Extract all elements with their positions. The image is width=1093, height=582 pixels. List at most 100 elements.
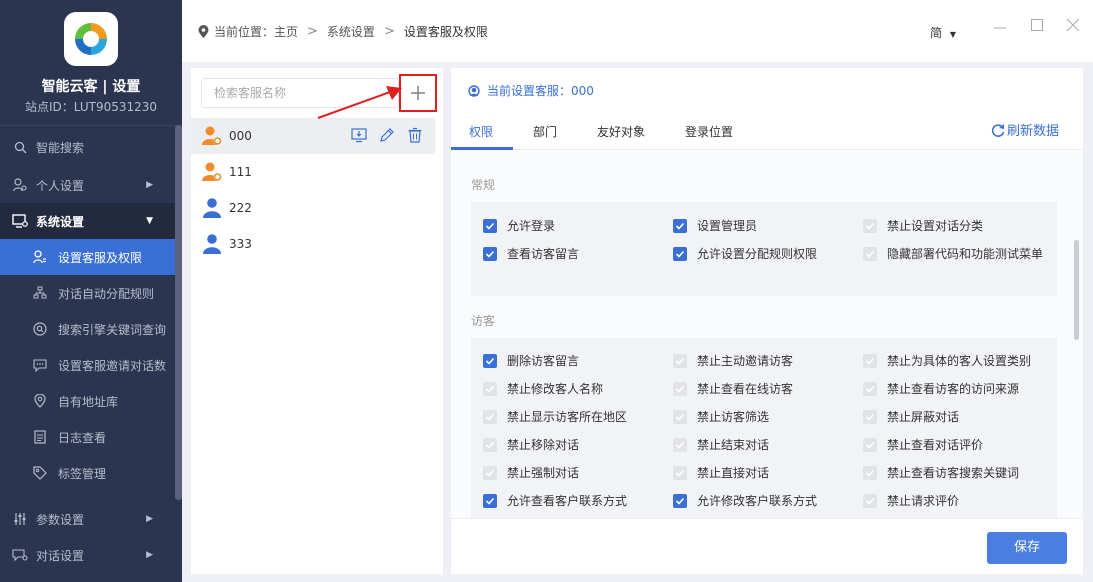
caret-down-icon: ▼ [949, 30, 956, 39]
permission-option[interactable]: 禁止查看对话评价 [863, 437, 1043, 454]
checkbox-checked[interactable] [673, 219, 687, 233]
checkbox-checked[interactable] [673, 494, 687, 508]
tab-login-location[interactable]: 登录位置 [685, 123, 733, 140]
sidebar-item-address-library[interactable]: 自有地址库 [0, 383, 175, 419]
checkbox-disabled[interactable] [673, 410, 687, 424]
permission-option[interactable]: 禁止访客筛选 [673, 409, 769, 426]
checkbox-checked[interactable] [483, 354, 497, 368]
checkbox-disabled[interactable] [863, 466, 877, 480]
checkbox-disabled[interactable] [863, 382, 877, 396]
checkbox-disabled[interactable] [673, 354, 687, 368]
search-icon [12, 139, 28, 155]
checkbox-checked[interactable] [483, 247, 497, 261]
permission-option[interactable]: 禁止屏蔽对话 [863, 409, 1043, 426]
checkbox-disabled[interactable] [483, 410, 497, 424]
checkbox-disabled[interactable] [863, 410, 877, 424]
maximize-button[interactable] [1027, 18, 1047, 38]
check-icon [865, 469, 875, 477]
breadcrumb-system-settings[interactable]: 系统设置 [327, 23, 375, 40]
permission-label: 禁止请求评价 [887, 494, 960, 508]
site-id: 站点ID：LUT90531230 [24, 100, 158, 114]
content-scrollbar[interactable] [1074, 240, 1079, 340]
permission-option[interactable]: 允许修改客户联系方式 [673, 493, 817, 510]
minimize-icon [994, 27, 1006, 29]
permission-option[interactable]: 禁止结束对话 [673, 437, 769, 454]
permission-option[interactable]: 隐藏部署代码和功能测试菜单 [863, 246, 1043, 263]
permission-label: 禁止显示访客所在地区 [507, 410, 628, 424]
language-select[interactable]: 简 ▼ [930, 24, 956, 41]
refresh-label: 刷新数据 [1006, 124, 1059, 139]
refresh-data-button[interactable]: 刷新数据 [991, 120, 1059, 139]
checkbox-checked[interactable] [673, 247, 687, 261]
tag-icon [32, 465, 48, 481]
sidebar-item-system-settings[interactable]: 系统设置 ▼ [0, 203, 175, 239]
permission-option[interactable]: 查看访客留言 [483, 246, 579, 263]
permission-option[interactable]: 禁止查看访客的访问来源 [863, 381, 1043, 398]
permission-option[interactable]: 禁止修改客人名称 [483, 381, 603, 398]
permission-option[interactable]: 禁止查看在线访客 [673, 381, 793, 398]
permission-option[interactable]: 禁止设置对话分类 [863, 218, 1043, 235]
sidebar-item-dialog-settings[interactable]: 对话设置 ▶ [0, 537, 175, 573]
sidebar-item-personal-settings[interactable]: 个人设置 ▶ [0, 167, 175, 203]
sidebar-item-parameter-settings[interactable]: 参数设置 ▶ [0, 501, 175, 537]
sidebar-item-auto-assign-rules[interactable]: 对话自动分配规则 [0, 275, 175, 311]
checkbox-checked[interactable] [483, 494, 497, 508]
checkbox-checked[interactable] [483, 219, 497, 233]
checkbox-disabled[interactable] [483, 382, 497, 396]
sidebar-item-label: 自有地址库 [58, 394, 119, 409]
save-button[interactable]: 保存 [987, 532, 1067, 564]
permission-option[interactable]: 禁止直接对话 [673, 465, 769, 482]
close-button[interactable] [1063, 18, 1083, 38]
checkbox-disabled[interactable] [863, 354, 877, 368]
checkbox-disabled[interactable] [673, 438, 687, 452]
checkbox-disabled[interactable] [863, 247, 877, 261]
sidebar-scrollbar[interactable] [175, 125, 182, 500]
permission-option[interactable]: 允许设置分配规则权限 [673, 246, 817, 263]
permission-label: 禁止查看对话评价 [887, 438, 984, 452]
agent-row[interactable]: 333 [191, 226, 435, 262]
tab-friendly-objects[interactable]: 友好对象 [597, 123, 645, 140]
permission-option[interactable]: 禁止强制对话 [483, 465, 579, 482]
sidebar-item-log-view[interactable]: 日志查看 [0, 419, 175, 455]
sidebar-item-label: 系统设置 [36, 214, 85, 229]
check-icon [485, 497, 495, 505]
sidebar-item-smart-search[interactable]: 智能搜索 [0, 129, 175, 165]
sidebar-item-tag-management[interactable]: 标签管理 [0, 455, 175, 491]
permission-option[interactable]: 禁止移除对话 [483, 437, 579, 454]
tab-department[interactable]: 部门 [533, 123, 557, 140]
permission-option[interactable]: 禁止请求评价 [863, 493, 1043, 510]
permission-option[interactable]: 禁止为具体的客人设置类别 [863, 353, 1043, 370]
permission-option[interactable]: 允许登录 [483, 218, 555, 235]
maximize-icon [1031, 19, 1043, 31]
permission-label: 禁止查看访客的访问来源 [887, 382, 1020, 396]
agent-row[interactable]: 111 [191, 154, 435, 190]
brand-title: 智能云客 | 设置 [41, 79, 141, 95]
monitor-gear-icon [12, 213, 28, 229]
checkbox-disabled[interactable] [863, 438, 877, 452]
checkbox-disabled[interactable] [863, 219, 877, 233]
checkbox-disabled[interactable] [863, 494, 877, 508]
permission-option[interactable]: 设置管理员 [673, 218, 757, 235]
check-icon [675, 497, 685, 505]
permission-label: 允许设置分配规则权限 [697, 247, 818, 261]
sidebar-item-invite-count[interactable]: 设置客服邀请对话数 [0, 347, 175, 383]
permission-option[interactable]: 禁止显示访客所在地区 [483, 409, 627, 426]
permission-option[interactable]: 删除访客留言 [483, 353, 579, 370]
tab-permissions[interactable]: 权限 [469, 123, 493, 140]
check-icon [865, 441, 875, 449]
checkbox-disabled[interactable] [483, 466, 497, 480]
breadcrumb-home[interactable]: 当前位置：主页 [214, 23, 298, 40]
permission-option[interactable]: 禁止查看访客搜索关键词 [863, 465, 1043, 482]
app-logo [64, 12, 118, 66]
checkbox-disabled[interactable] [483, 438, 497, 452]
agent-row[interactable]: 222 [191, 190, 435, 226]
sidebar-item-keyword-query[interactable]: 搜索引擎关键词查询 [0, 311, 175, 347]
sidebar-item-cs-permissions[interactable]: 设置客服及权限 [0, 239, 175, 275]
checkbox-disabled[interactable] [673, 382, 687, 396]
minimize-button[interactable] [990, 18, 1010, 38]
permission-panel: 当前设置客服：000 权限 部门 友好对象 登录位置 刷新数据 常规 允许登录 设… [451, 68, 1083, 574]
permission-option[interactable]: 禁止主动邀请访客 [673, 353, 793, 370]
permission-option[interactable]: 允许查看客户联系方式 [483, 493, 627, 510]
checkbox-disabled[interactable] [673, 466, 687, 480]
agent-headset-icon [468, 84, 480, 97]
